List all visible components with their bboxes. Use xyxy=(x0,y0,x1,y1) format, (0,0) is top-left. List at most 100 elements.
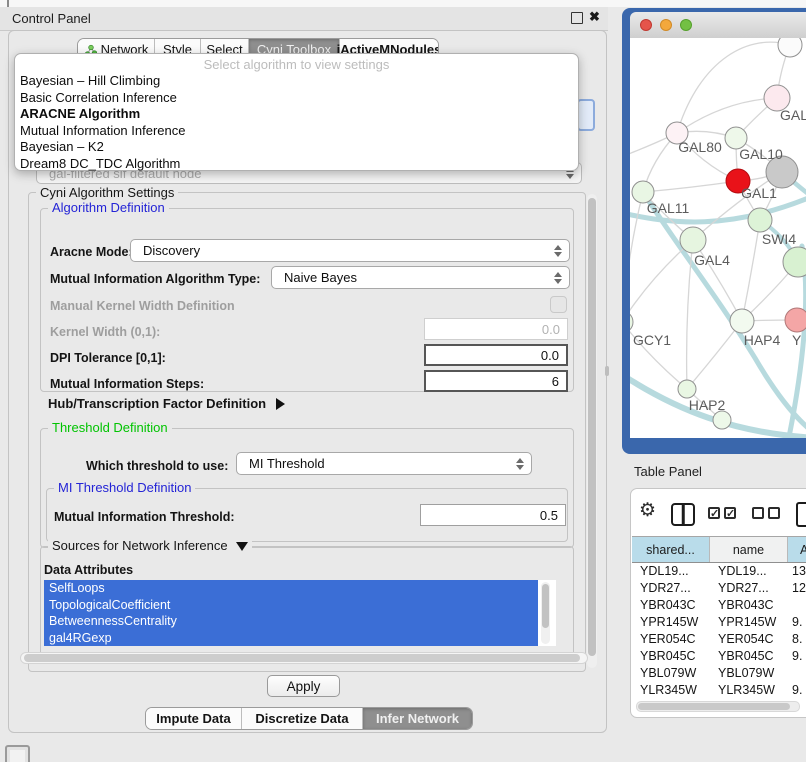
table-row[interactable]: YER054CYER054C8. xyxy=(632,631,806,648)
network-node[interactable] xyxy=(748,208,772,232)
table-cell: YBL079W xyxy=(710,665,788,682)
tab-impute-data[interactable]: Impute Data xyxy=(146,708,241,729)
cyni-settings-title: Cyni Algorithm Settings xyxy=(36,186,178,200)
kernel-width-field[interactable]: 0.0 xyxy=(424,318,568,340)
table-row[interactable]: YBL079WYBL079W xyxy=(632,665,806,682)
table-cell: YER054C xyxy=(632,631,710,648)
splitter-handle[interactable] xyxy=(605,366,609,376)
unchecked-checkbox-icon[interactable] xyxy=(752,507,764,519)
mi-steps-label: Mutual Information Steps: xyxy=(50,377,204,391)
column-header-shared[interactable]: shared... xyxy=(632,537,710,562)
network-node[interactable] xyxy=(783,247,806,277)
network-node[interactable] xyxy=(713,411,731,429)
network-window-titlebar[interactable] xyxy=(630,12,806,38)
network-node[interactable] xyxy=(730,309,754,333)
network-node[interactable] xyxy=(680,227,706,253)
close-traffic-light[interactable] xyxy=(640,19,652,31)
table-cell: YDL19... xyxy=(632,563,710,580)
algorithm-combo-stepper[interactable] xyxy=(577,99,595,131)
mi-threshold-group-title: MI Threshold Definition xyxy=(54,481,195,495)
collapse-down-icon xyxy=(236,542,248,551)
network-edge xyxy=(677,98,777,133)
attribute-item-topologicalcoefficient[interactable]: TopologicalCoefficient xyxy=(44,597,538,614)
threshold-definition-title: Threshold Definition xyxy=(48,421,172,435)
aracne-mode-label: Aracne Mode: xyxy=(50,245,133,259)
network-canvas[interactable]: GALGAL80GAL10GAL1GAL11SWI4GAL4GCY1HAP4YH… xyxy=(630,38,806,438)
table-cell: YBR045C xyxy=(632,648,710,665)
aracne-mode-combo[interactable]: Discovery xyxy=(130,239,570,262)
table-cell: YER054C xyxy=(710,631,788,648)
expand-right-icon xyxy=(276,398,285,410)
network-node[interactable] xyxy=(678,380,696,398)
mi-algorithm-type-label: Mutual Information Algorithm Type: xyxy=(50,272,260,286)
network-node-label: GAL80 xyxy=(678,139,722,155)
table-cell: 8. xyxy=(788,631,806,648)
algorithm-option-aracne-algorithm[interactable]: ARACNE Algorithm xyxy=(15,106,578,123)
network-node-label: GAL4 xyxy=(694,252,730,268)
table-cell: 9. xyxy=(788,648,806,665)
zoom-traffic-light[interactable] xyxy=(680,19,692,31)
attribute-item-betweennesscentrality[interactable]: BetweennessCentrality xyxy=(44,613,538,630)
table-row[interactable]: YDL19...YDL19...13 xyxy=(632,563,806,580)
which-threshold-label: Which threshold to use: xyxy=(86,459,228,473)
dpi-tolerance-field[interactable]: 0.0 xyxy=(424,344,568,366)
attributes-scrollbar-thumb[interactable] xyxy=(542,584,549,628)
mi-steps-field[interactable]: 6 xyxy=(424,370,568,392)
table-cell: YBR045C xyxy=(710,648,788,665)
apply-button[interactable]: Apply xyxy=(267,675,340,697)
column-header-a[interactable]: A xyxy=(788,537,806,562)
table-horizontal-scrollbar-thumb[interactable] xyxy=(638,703,790,710)
collapsed-panel-icon[interactable] xyxy=(5,745,30,762)
mi-threshold-field[interactable]: 0.5 xyxy=(420,504,566,526)
table-row[interactable]: YDR27...YDR27...12 xyxy=(632,580,806,597)
close-icon[interactable]: ✖ xyxy=(589,9,600,25)
algorithm-placeholder: Select algorithm to view settings xyxy=(15,56,578,73)
float-window-icon[interactable] xyxy=(571,12,583,24)
table-cell xyxy=(788,597,806,614)
attribute-item-selfloops[interactable]: SelfLoops xyxy=(44,580,538,597)
combo-stepper-icon xyxy=(516,458,524,470)
table-row[interactable]: YBR043CYBR043C xyxy=(632,597,806,614)
manual-kernel-width-checkbox[interactable] xyxy=(550,296,567,313)
table-row[interactable]: YLR345WYLR345W9. xyxy=(632,682,806,699)
data-attributes-label: Data Attributes xyxy=(44,563,133,577)
checked-checkbox-icon[interactable]: ✓ xyxy=(708,507,720,519)
network-node[interactable] xyxy=(630,311,633,333)
network-node[interactable] xyxy=(778,38,802,57)
table-row[interactable]: YBR045CYBR045C9. xyxy=(632,648,806,665)
algorithm-option-dream8-dc-tdc-algorithm[interactable]: Dream8 DC_TDC Algorithm xyxy=(15,156,578,173)
checked-checkbox-icon[interactable]: ✓ xyxy=(724,507,736,519)
manual-kernel-width-label: Manual Kernel Width Definition xyxy=(50,299,235,313)
which-threshold-combo[interactable]: MI Threshold xyxy=(236,452,532,475)
settings-vertical-scrollbar-thumb[interactable] xyxy=(588,198,596,656)
algorithm-option-basic-correlation-inference[interactable]: Basic Correlation Inference xyxy=(15,90,578,107)
page-icon[interactable] xyxy=(796,502,806,527)
network-node[interactable] xyxy=(785,308,806,332)
table-cell: YPR145W xyxy=(710,614,788,631)
network-node-label: GAL1 xyxy=(741,185,777,201)
split-columns-icon[interactable] xyxy=(671,503,695,526)
column-header-name[interactable]: name xyxy=(710,537,788,562)
algorithm-option-mutual-information-inference[interactable]: Mutual Information Inference xyxy=(15,123,578,140)
algorithm-option-list: Bayesian – Hill ClimbingBasic Correlatio… xyxy=(15,73,578,172)
tab-discretize-data[interactable]: Discretize Data xyxy=(241,708,362,729)
sources-group-title[interactable]: Sources for Network Inference xyxy=(48,539,252,553)
hub-definition-expander[interactable]: Hub/Transcription Factor Definition xyxy=(48,396,285,411)
minimize-traffic-light[interactable] xyxy=(660,19,672,31)
mi-algorithm-type-combo[interactable]: Naive Bayes xyxy=(271,266,570,289)
table-rows: YDL19...YDL19...13YDR27...YDR27...12YBR0… xyxy=(632,563,806,699)
algorithm-option-bayesian-hill-climbing[interactable]: Bayesian – Hill Climbing xyxy=(15,73,578,90)
network-node-label: GAL10 xyxy=(739,146,783,162)
control-panel-title: Control Panel xyxy=(12,11,91,26)
attribute-item-gal4rgexp[interactable]: gal4RGexp xyxy=(44,630,538,647)
tab-infer-network[interactable]: Infer Network xyxy=(362,708,472,729)
table-cell: YBL079W xyxy=(632,665,710,682)
network-node-label: GCY1 xyxy=(633,332,671,348)
gear-icon[interactable]: ⚙ xyxy=(639,499,656,522)
algorithm-option-bayesian-k2[interactable]: Bayesian – K2 xyxy=(15,139,578,156)
table-row[interactable]: YPR145WYPR145W9. xyxy=(632,614,806,631)
unchecked-checkbox-icon[interactable] xyxy=(768,507,780,519)
table-cell: 13 xyxy=(788,563,806,580)
combo-stepper-icon xyxy=(554,272,562,284)
settings-horizontal-scrollbar-thumb[interactable] xyxy=(24,654,580,662)
